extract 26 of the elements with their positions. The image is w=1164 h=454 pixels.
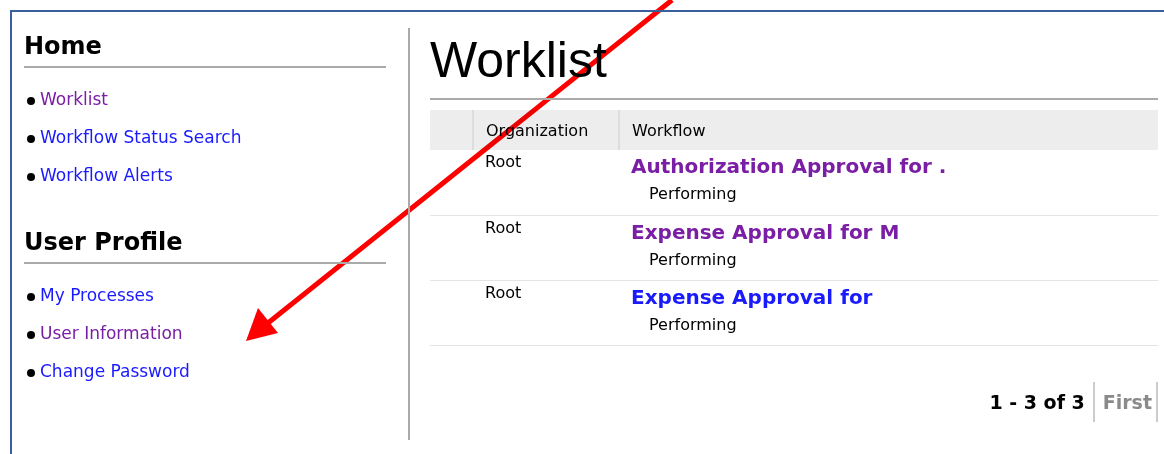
table-cell: Root xyxy=(485,152,522,171)
table-header-cell xyxy=(430,110,473,150)
sidebar-link[interactable]: Workflow Alerts xyxy=(40,165,173,185)
bullet-icon xyxy=(27,293,35,301)
workflow-link[interactable]: Expense Approval for M xyxy=(631,217,1146,246)
sidebar-link[interactable]: User Information xyxy=(40,323,183,343)
table-cell: Root xyxy=(485,282,522,302)
bullet-icon xyxy=(27,135,35,143)
section-heading: Home xyxy=(24,32,386,68)
bullet-icon xyxy=(27,331,35,339)
status-text: Performing xyxy=(648,314,738,334)
table-cell: Root xyxy=(485,217,522,237)
status-text: Performing xyxy=(648,249,738,269)
page-range: 1 - 3 of 3 xyxy=(989,381,1095,422)
workflow-link[interactable]: Expense Approval for xyxy=(631,282,1146,311)
sidebar-link[interactable]: My Processes xyxy=(40,285,154,305)
status-text: Performing xyxy=(648,184,738,203)
section-heading: User Profile xyxy=(24,228,386,264)
bullet-icon xyxy=(27,97,35,105)
bullet-icon xyxy=(27,369,35,377)
workflow-link[interactable]: Authorization Approval for . xyxy=(631,152,1146,180)
sidebar-link[interactable]: Worklist xyxy=(40,89,109,109)
sidebar-link[interactable]: Change Password xyxy=(40,361,190,381)
sidebar-link[interactable]: Workflow Status Search xyxy=(40,127,242,147)
bullet-icon xyxy=(27,173,35,181)
column-header: Workflow xyxy=(619,110,1158,150)
